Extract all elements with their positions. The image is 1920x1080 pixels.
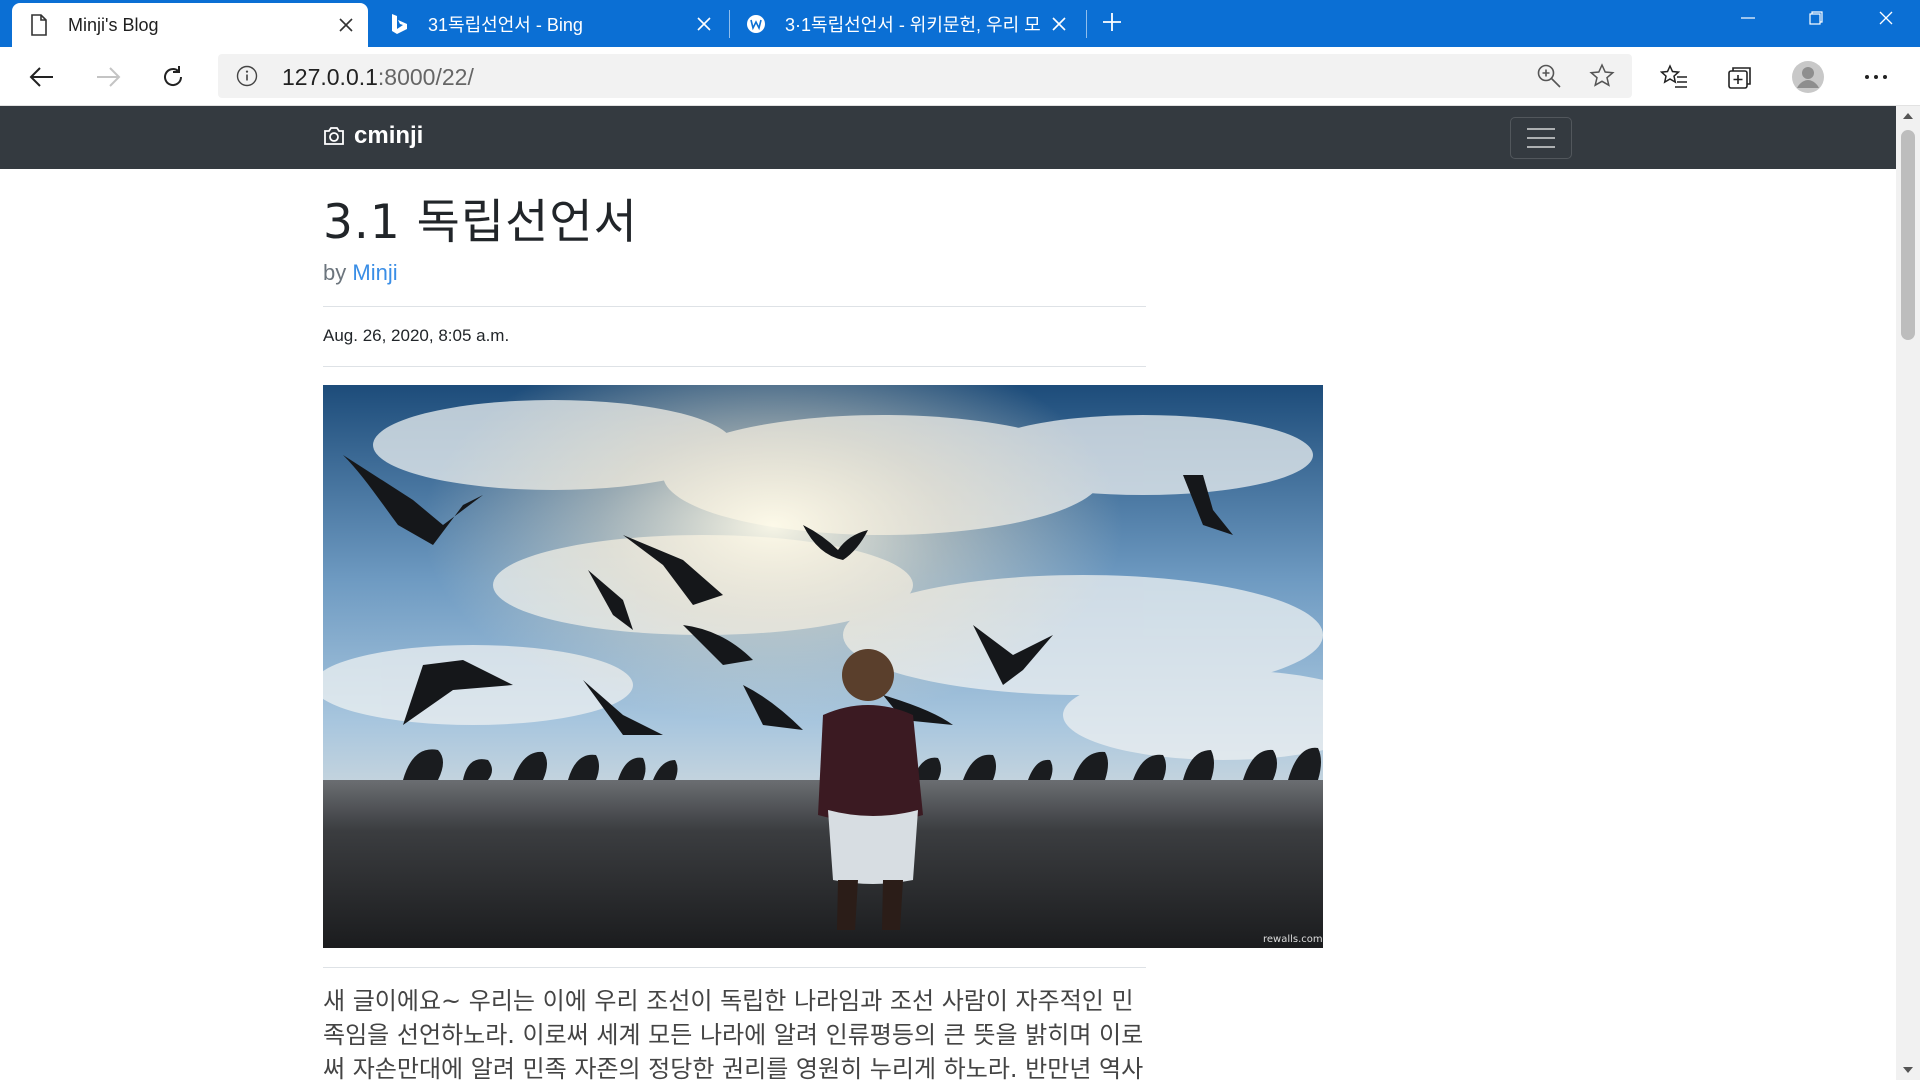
favorites-icon[interactable] (1656, 59, 1692, 95)
document-icon (28, 14, 50, 36)
browser-toolbar: 127.0.0.1:8000/22/ (0, 47, 1920, 106)
site-info-icon[interactable] (236, 65, 258, 87)
page-viewport: cminji 3.1 독립선언서 by Minji Aug. 26, 2020,… (0, 106, 1896, 1080)
url-host: 127.0.0.1 (282, 64, 378, 90)
hamburger-icon (1527, 128, 1555, 148)
bing-icon (388, 13, 410, 35)
divider (323, 966, 1146, 968)
tab-title: 3·1독립선언서 - 위키문헌, 우리 모두의 (785, 14, 1041, 35)
tab-bing[interactable]: 31독립선언서 - Bing (376, 0, 726, 47)
more-menu-icon[interactable] (1858, 59, 1894, 95)
favorite-star-icon[interactable] (1588, 62, 1616, 90)
site-brand: cminji (354, 122, 424, 149)
byline-prefix: by (323, 260, 347, 286)
post-body: 새 글이에요~ 우리는 이에 우리 조선이 독립한 나라임과 조선 사람이 자주… (323, 986, 1144, 1080)
camera-icon (324, 127, 344, 145)
site-brand-link[interactable]: cminji (322, 122, 423, 150)
page-scrollbar[interactable] (1896, 106, 1920, 1080)
tab-separator (1086, 10, 1087, 38)
site-navbar: cminji (0, 106, 1896, 169)
divider (323, 365, 1146, 367)
post-title: 3.1 독립선언서 (323, 195, 638, 250)
address-url[interactable]: 127.0.0.1:8000/22/ (282, 64, 474, 91)
image-watermark: rewalls.com (1263, 934, 1323, 945)
forward-button[interactable] (90, 59, 126, 95)
wikisource-icon (745, 13, 767, 35)
post-article: 3.1 독립선언서 by Minji Aug. 26, 2020, 8:05 a… (323, 169, 1323, 1080)
address-bar[interactable]: 127.0.0.1:8000/22/ (218, 54, 1632, 98)
profile-avatar[interactable] (1790, 59, 1826, 95)
tab-title: Minji's Blog (68, 14, 159, 35)
post-date: Aug. 26, 2020, 8:05 a.m. (323, 325, 510, 345)
tab-title: 31독립선언서 - Bing (428, 14, 583, 35)
post-image: rewalls.com (323, 384, 1323, 948)
url-path: :8000/22/ (377, 64, 474, 90)
navbar-toggle-button[interactable] (1510, 117, 1572, 159)
close-tab-icon[interactable] (694, 14, 714, 34)
post-byline: by Minji (323, 259, 1146, 288)
close-window-button[interactable] (1852, 0, 1920, 36)
new-tab-button[interactable] (1098, 8, 1126, 36)
scrollbar-thumb[interactable] (1901, 130, 1915, 340)
scroll-up-arrow-icon[interactable] (1896, 106, 1920, 126)
close-tab-icon[interactable] (336, 15, 356, 35)
tab-strip: Minji's Blog 31독립선언서 - Bing 3·1독립선언서 - 위… (0, 0, 1920, 47)
author-link[interactable]: Minji (352, 260, 397, 285)
refresh-button[interactable] (155, 59, 191, 95)
back-button[interactable] (24, 59, 60, 95)
zoom-icon[interactable] (1536, 63, 1562, 89)
minimize-button[interactable] (1714, 0, 1782, 36)
tab-minjis-blog[interactable]: Minji's Blog (12, 3, 368, 47)
tab-wikisource[interactable]: 3·1독립선언서 - 위키문헌, 우리 모두의 (733, 0, 1081, 47)
tab-separator (729, 10, 730, 38)
scroll-down-arrow-icon[interactable] (1896, 1060, 1920, 1080)
collections-icon[interactable] (1722, 59, 1758, 95)
restore-button[interactable] (1782, 0, 1850, 36)
close-tab-icon[interactable] (1049, 14, 1069, 34)
